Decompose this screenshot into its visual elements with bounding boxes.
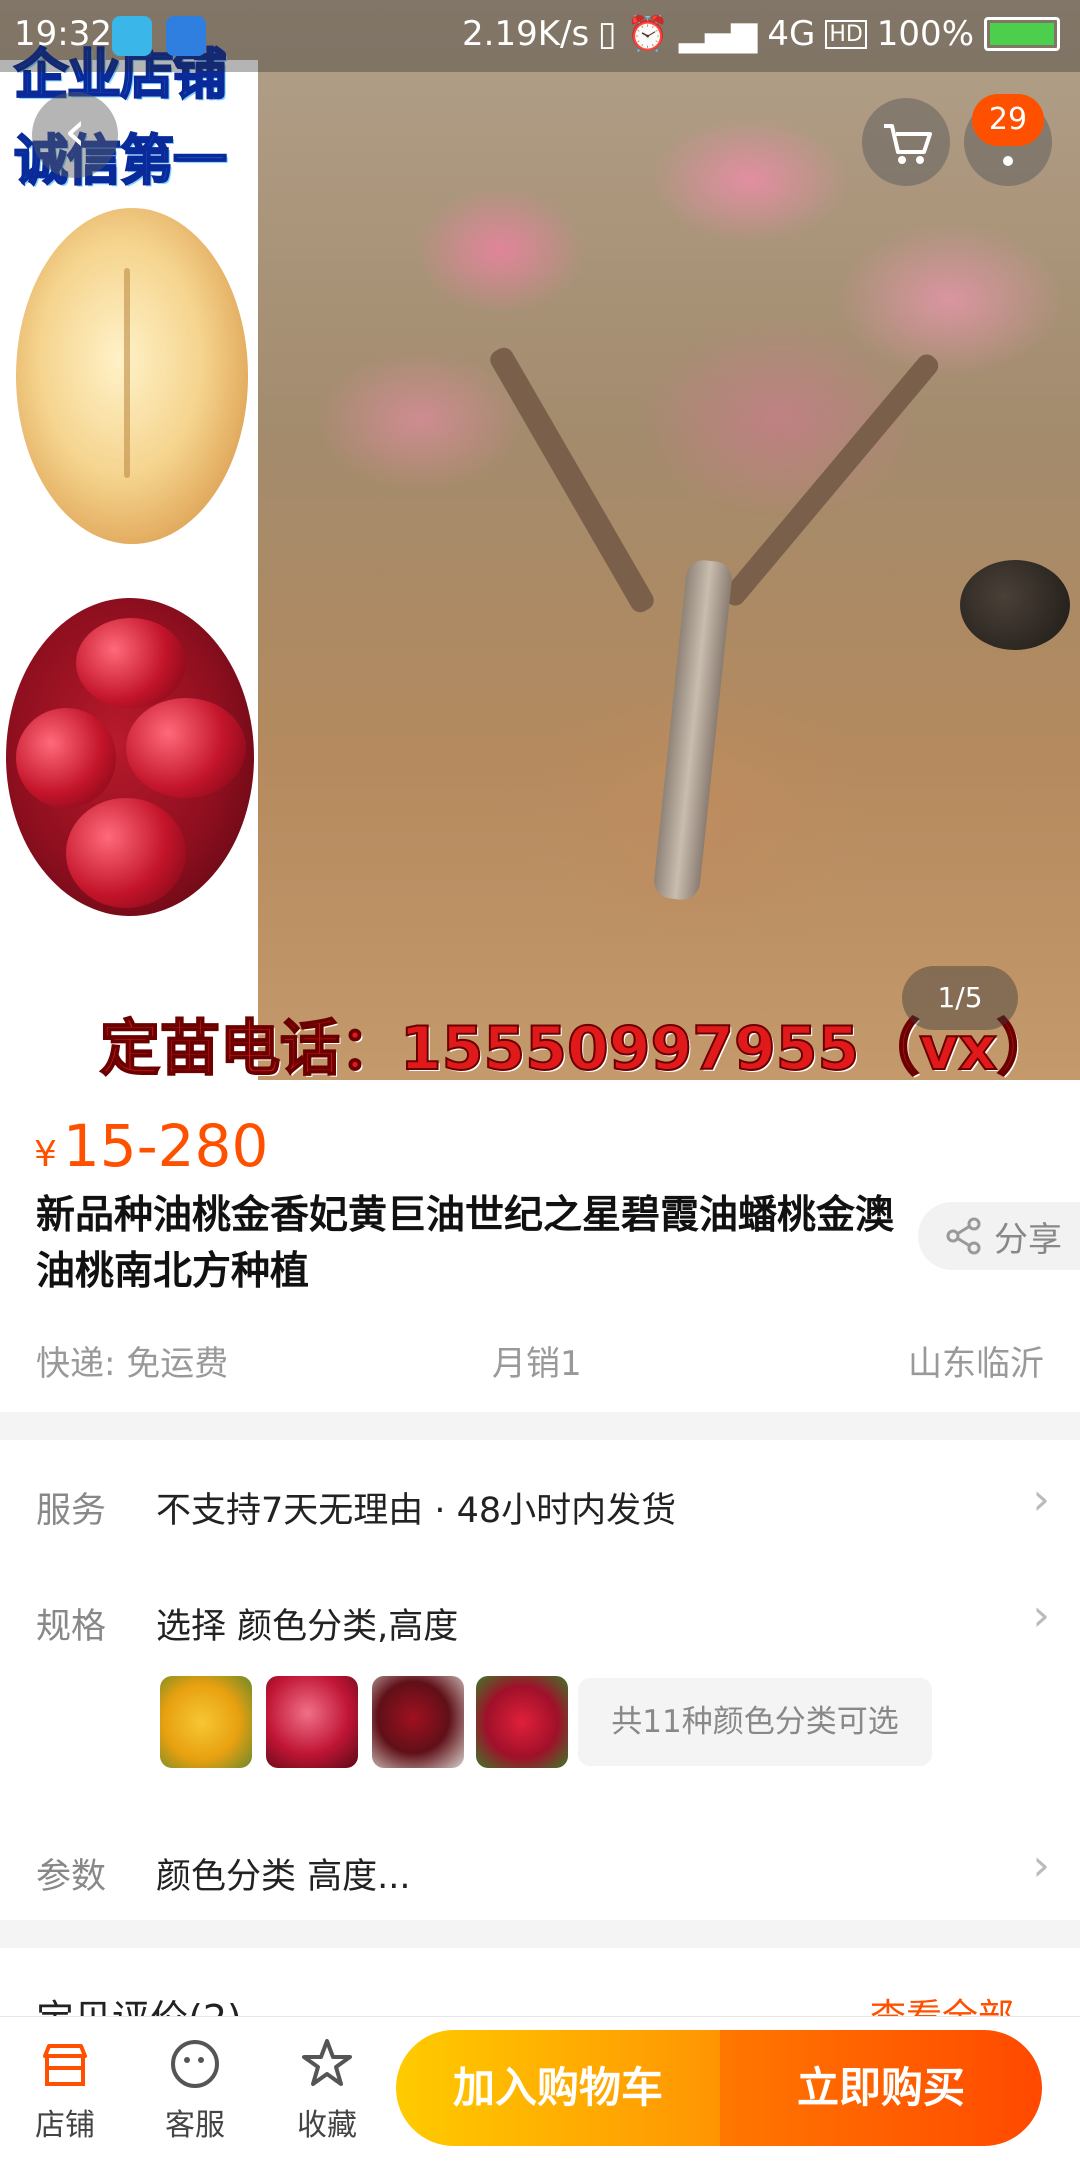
signal-icon: ▂▄▆ <box>678 14 758 54</box>
param-value: 颜色分类 高度... <box>156 1857 411 1897</box>
service-value: 不支持7天无理由 · 48小时内发货 <box>156 1491 677 1531</box>
favorite-button[interactable]: 收藏 <box>272 2036 382 2144</box>
tree-branch <box>719 350 943 610</box>
cart-count-badge: 29 <box>972 94 1044 146</box>
page-indicator: 1/5 <box>902 966 1018 1030</box>
price-value: 15-280 <box>62 1112 269 1180</box>
spec-thumbnail[interactable] <box>476 1676 568 1768</box>
battery-icon <box>984 17 1060 51</box>
peach-photo <box>16 208 248 544</box>
customer-service-label: 客服 <box>165 2108 225 2143</box>
shop-button[interactable]: 店铺 <box>10 2036 120 2144</box>
root-ball <box>960 560 1070 650</box>
cart-button[interactable] <box>862 98 950 186</box>
scan-icon <box>112 16 152 56</box>
share-label: 分享 <box>994 1219 1062 1260</box>
spec-thumbnail[interactable] <box>160 1676 252 1768</box>
spec-thumbnail[interactable] <box>266 1676 358 1768</box>
status-time: 19:32 <box>14 14 112 54</box>
more-dots-icon <box>1003 156 1013 166</box>
tree-branch <box>486 344 658 616</box>
tree-trunk <box>652 558 734 902</box>
chevron-right-icon: › <box>1032 1590 1050 1641</box>
battery-percent: 100% <box>876 14 974 54</box>
product-title: 新品种油桃金香妃黄巨油世纪之星碧霞油蟠桃金澳油桃南北方种植 <box>36 1193 895 1294</box>
param-label: 参数 <box>36 1857 107 1897</box>
shop-icon <box>43 2044 87 2086</box>
status-bar: 19:32 2.19K/s ▯ ⏰ ▂▄▆ 4G HD 100% <box>0 0 1080 72</box>
share-icon <box>946 1217 981 1255</box>
share-button[interactable]: 分享 <box>918 1202 1080 1270</box>
star-icon <box>302 2039 352 2086</box>
alarm-icon: ⏰ <box>626 14 669 54</box>
chat-face-icon <box>171 2040 219 2088</box>
nectarine-photo <box>6 598 254 916</box>
add-to-cart-button[interactable]: 加入购物车 <box>396 2030 720 2146</box>
price: ¥15-280 <box>34 1112 268 1180</box>
hd-icon: HD <box>825 19 867 49</box>
cart-icon <box>884 124 932 164</box>
monthly-sales: 月销1 <box>492 1344 582 1384</box>
favorite-label: 收藏 <box>297 2108 357 2143</box>
spec-thumbnail[interactable] <box>372 1676 464 1768</box>
net-speed: 2.19K/s <box>462 14 590 54</box>
shipping-info: 快递: 免运费 <box>36 1344 229 1384</box>
chevron-right-icon: › <box>1032 1840 1050 1891</box>
ship-location: 山东临沂 <box>908 1344 1044 1384</box>
spec-label: 规格 <box>36 1607 107 1647</box>
customer-service-button[interactable]: 客服 <box>140 2036 250 2144</box>
service-label: 服务 <box>36 1491 107 1531</box>
vibrate-icon: ▯ <box>597 14 617 54</box>
buy-now-button[interactable]: 立即购买 <box>720 2030 1042 2146</box>
app-notification-icon <box>166 16 206 56</box>
chevron-right-icon: › <box>1032 1474 1050 1525</box>
spec-value: 选择 颜色分类,高度 <box>156 1607 459 1647</box>
back-button[interactable]: ‹ <box>32 92 118 178</box>
shop-label: 店铺 <box>35 2108 95 2143</box>
more-spec-options[interactable]: 共11种颜色分类可选 <box>578 1678 932 1766</box>
currency-symbol: ¥ <box>34 1134 57 1175</box>
network-type: 4G <box>767 14 816 54</box>
chevron-left-icon: ‹ <box>63 99 87 164</box>
